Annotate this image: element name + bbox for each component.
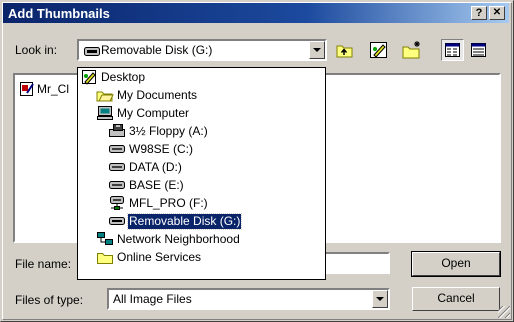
removable-disk-icon <box>109 217 125 225</box>
create-new-folder-button[interactable] <box>400 39 423 61</box>
folder-open-icon <box>96 91 114 102</box>
look-in-combobox[interactable]: Removable Disk (G:) <box>77 39 327 61</box>
file-name-input[interactable] <box>324 252 390 274</box>
new-folder-icon <box>402 41 420 59</box>
file-name: Mr_Cl <box>37 82 69 96</box>
up-one-level-button[interactable] <box>333 39 356 61</box>
file-name-label: File name: <box>15 257 72 271</box>
network-drive-icon <box>110 196 124 210</box>
details-view-icon <box>471 43 486 57</box>
hard-drive-icon <box>109 181 125 189</box>
resize-grip[interactable] <box>498 306 510 318</box>
look-in-value: Removable Disk (G:) <box>101 43 213 57</box>
network-icon <box>97 232 113 245</box>
folder-icon <box>97 253 113 264</box>
look-in-dropdown-list[interactable]: Desktop My Documents My Computer 3½ Flop… <box>77 67 326 280</box>
image-file-icon <box>20 82 34 96</box>
list-view-icon <box>445 43 460 57</box>
files-of-type-combobox[interactable]: All Image Files <box>107 288 390 310</box>
look-in-label: Look in: <box>15 43 58 57</box>
up-folder-icon <box>336 45 353 58</box>
files-of-type-label: Files of type: <box>15 293 84 307</box>
open-button[interactable]: Open <box>411 251 501 277</box>
close-button[interactable]: ✕ <box>489 6 505 20</box>
hard-drive-icon <box>109 145 125 153</box>
details-view-button[interactable] <box>467 39 490 61</box>
cancel-button[interactable]: Cancel <box>412 287 500 311</box>
desktop-icon <box>370 42 387 58</box>
list-view-button[interactable] <box>441 39 464 61</box>
files-of-type-value: All Image Files <box>113 292 192 306</box>
floppy-drive-icon <box>109 124 125 137</box>
look-in-dropdown-button[interactable] <box>309 41 325 59</box>
add-thumbnails-dialog: Add Thumbnails ? ✕ Look in: Removable Di… <box>0 0 514 322</box>
window-title: Add Thumbnails <box>8 6 110 21</box>
files-of-type-dropdown-button[interactable] <box>372 290 388 308</box>
removable-disk-icon <box>84 47 100 56</box>
desktop-button[interactable] <box>367 39 390 61</box>
computer-icon <box>97 106 113 120</box>
desktop-icon <box>82 70 96 85</box>
help-button[interactable]: ? <box>471 6 487 20</box>
title-bar[interactable]: Add Thumbnails ? ✕ <box>3 3 509 23</box>
hard-drive-icon <box>109 163 125 171</box>
